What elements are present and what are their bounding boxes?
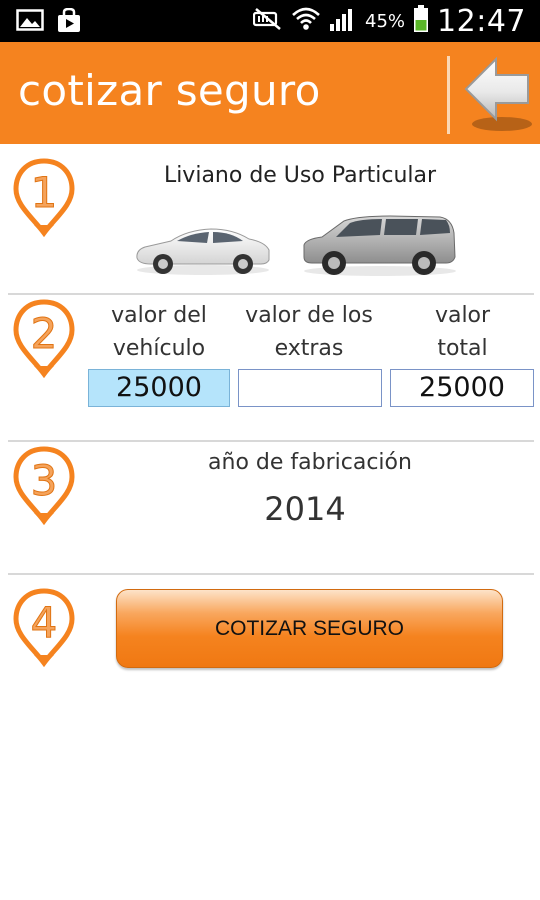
section-divider xyxy=(8,440,534,442)
gallery-icon xyxy=(16,8,44,38)
step-2-marker: 2 xyxy=(13,299,75,378)
svg-text:3: 3 xyxy=(31,456,58,505)
screen: 45% 12:47 cotizar seguro 1 Liviano de Us… xyxy=(0,0,540,900)
svg-text:2: 2 xyxy=(31,309,58,358)
wifi-icon xyxy=(291,6,321,36)
page-title: cotizar seguro xyxy=(18,66,321,115)
shopping-bag-icon xyxy=(56,7,82,38)
step-4-marker: 4 xyxy=(13,588,75,667)
step-3-marker: 3 xyxy=(13,446,75,525)
extras-value-label: valor de los extras xyxy=(245,303,373,361)
clock: 12:47 xyxy=(437,3,526,39)
battery-percent: 45% xyxy=(365,10,406,32)
manufacture-year-label: año de fabricación xyxy=(208,450,412,475)
svg-text:1: 1 xyxy=(31,168,58,217)
manufacture-year-picker[interactable]: 2014 xyxy=(200,490,410,528)
total-value-field: 25000 xyxy=(390,369,534,407)
svg-text:4: 4 xyxy=(31,598,58,647)
back-button[interactable] xyxy=(460,52,536,136)
app-bar: cotizar seguro xyxy=(0,42,540,144)
suv-icon[interactable] xyxy=(300,213,458,277)
extras-value-input[interactable] xyxy=(238,369,382,407)
total-value-label: valor total xyxy=(434,303,491,361)
status-bar: 45% 12:47 xyxy=(0,0,540,42)
vehicle-value-input[interactable]: 25000 xyxy=(88,369,230,407)
mute-icon xyxy=(252,7,283,35)
section-divider xyxy=(8,293,534,295)
app-bar-divider xyxy=(447,56,450,134)
vehicle-type-label: Liviano de Uso Particular xyxy=(163,163,437,188)
sedan-icon[interactable] xyxy=(133,222,273,276)
quote-insurance-button[interactable]: COTIZAR SEGURO xyxy=(116,589,503,668)
signal-icon xyxy=(329,6,357,36)
back-arrow-icon xyxy=(464,56,532,131)
section-divider xyxy=(8,573,534,575)
quote-insurance-button-label: COTIZAR SEGURO xyxy=(214,616,404,640)
vehicle-value-label: valor del vehículo xyxy=(111,303,207,361)
battery-icon xyxy=(413,5,429,37)
step-1-marker: 1 xyxy=(13,158,75,237)
